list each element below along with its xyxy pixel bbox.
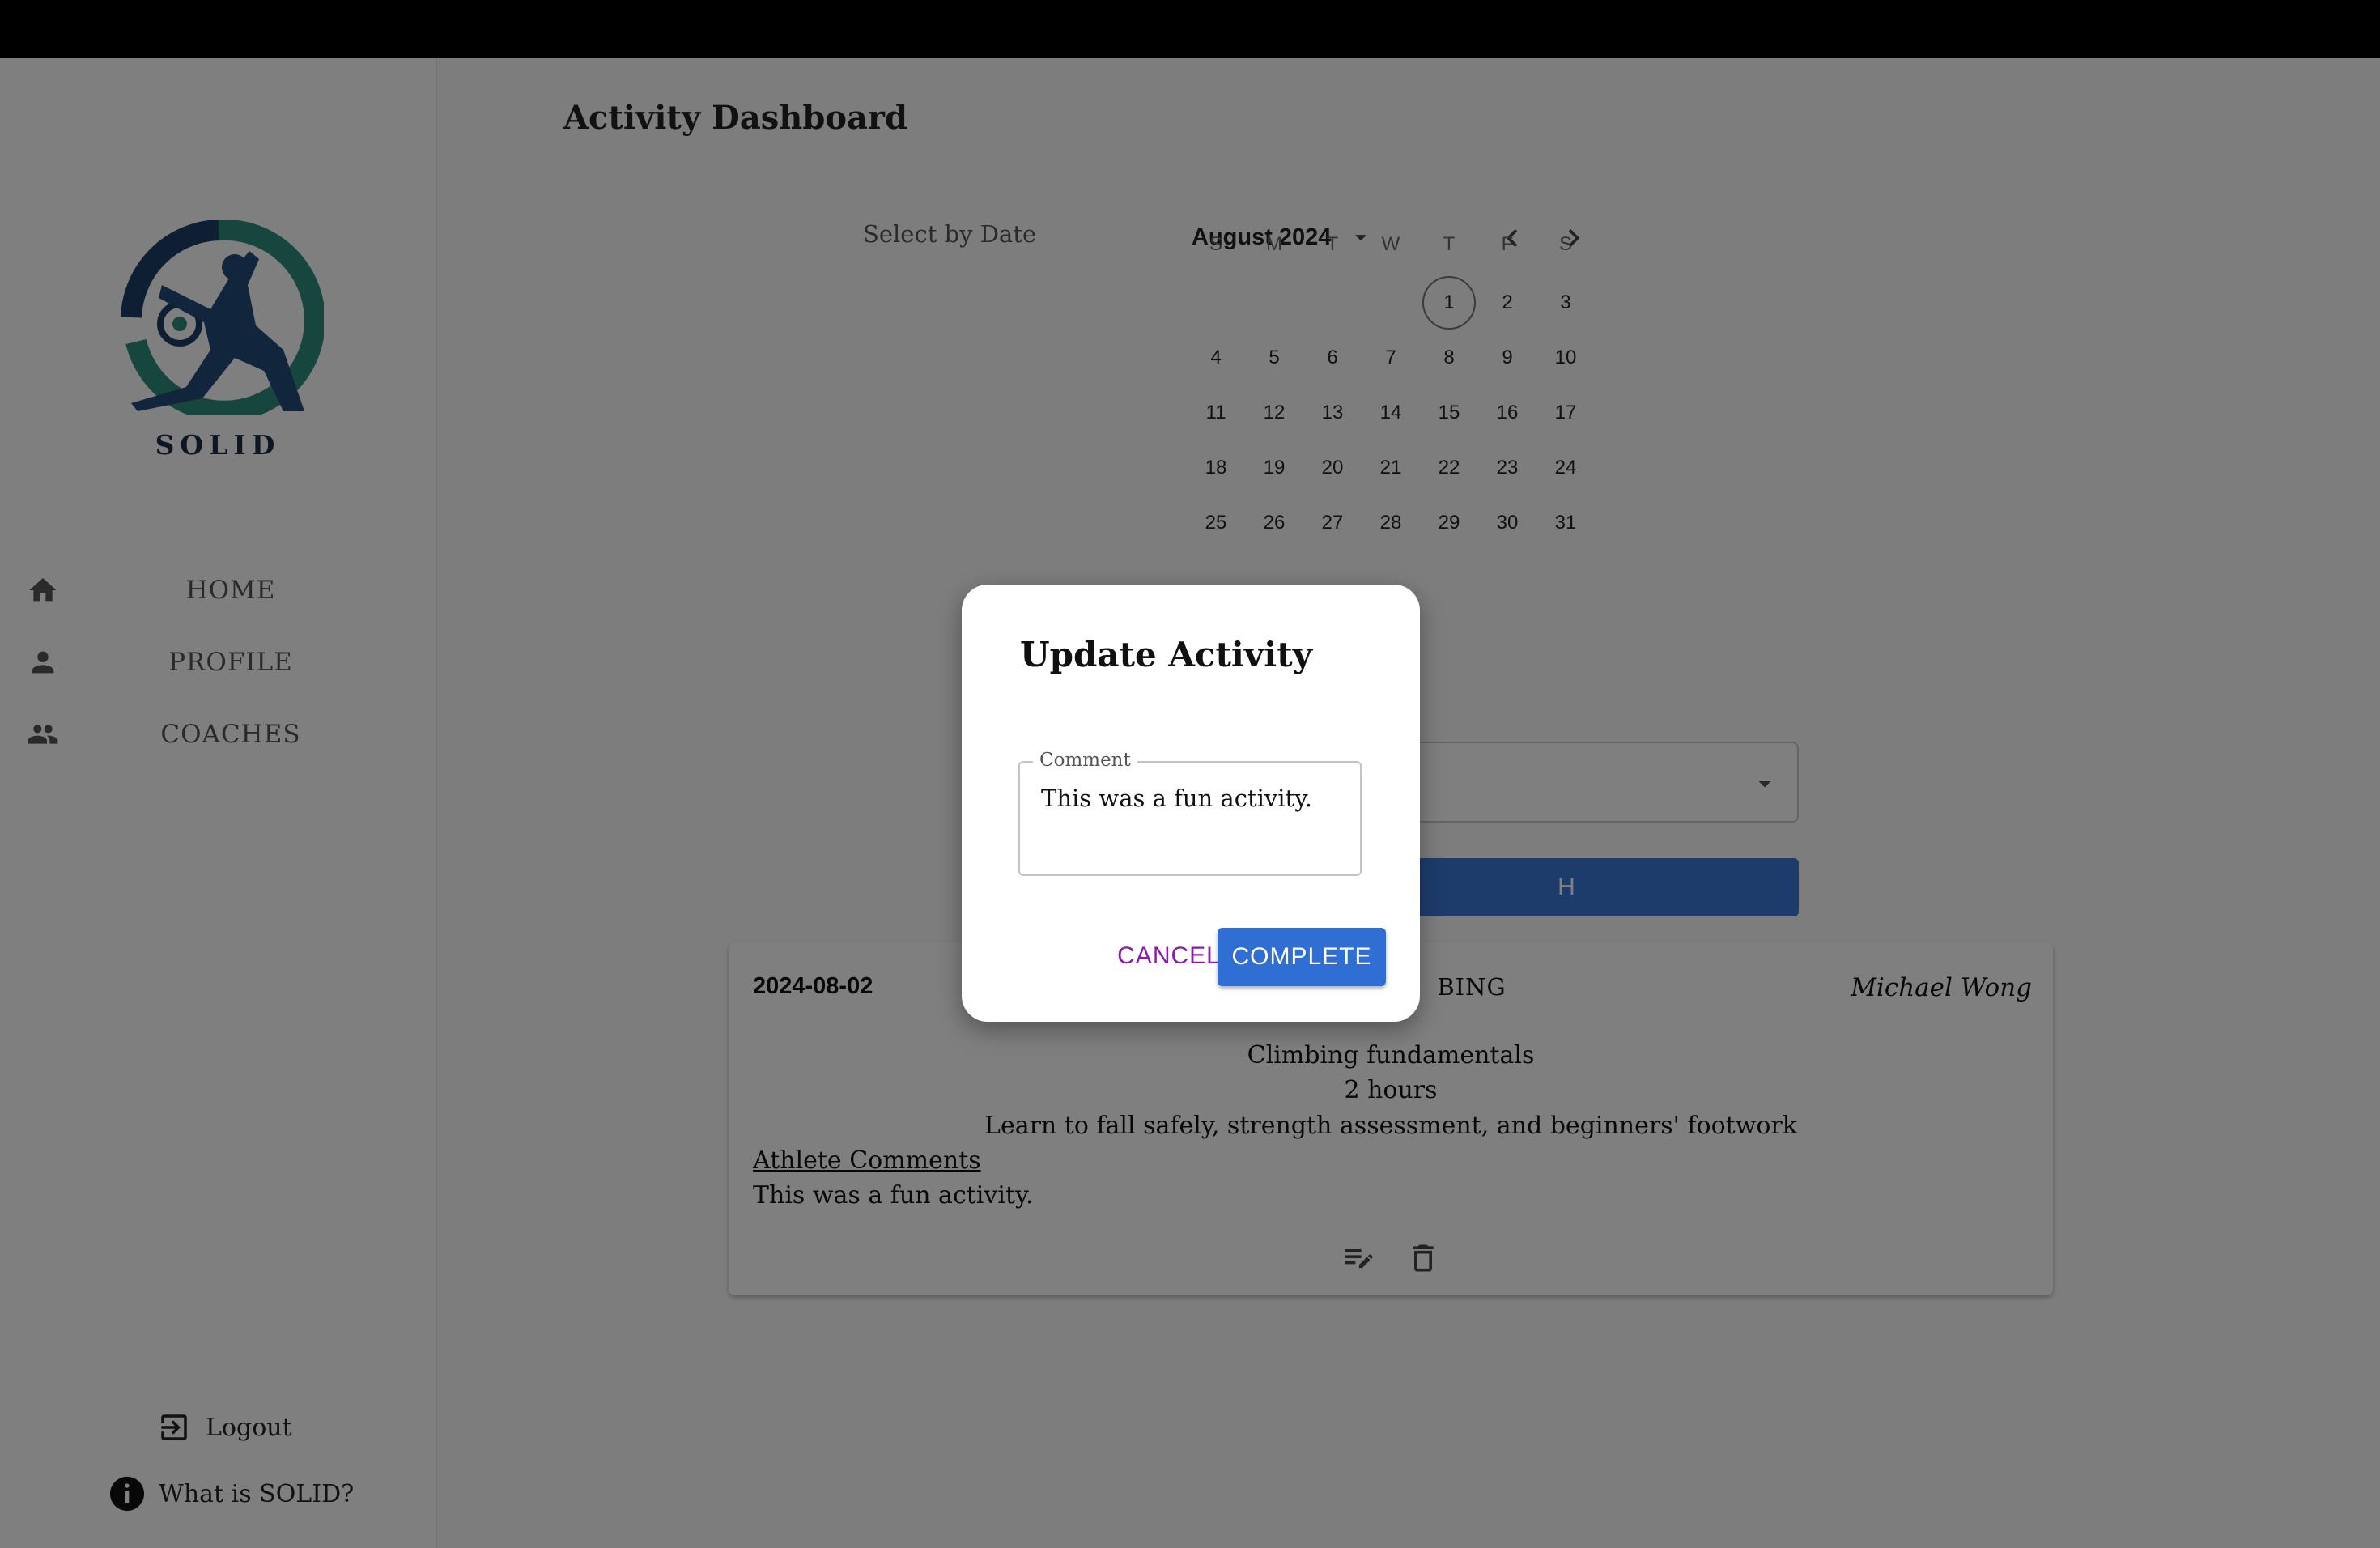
comment-field-label: Comment: [1033, 750, 1137, 771]
complete-button[interactable]: COMPLETE: [1218, 928, 1386, 986]
comment-input[interactable]: [1039, 784, 1342, 813]
update-activity-dialog: Update Activity Comment CANCEL COMPLETE: [962, 585, 1420, 1022]
comment-field: Comment: [1018, 750, 1362, 876]
dialog-title: Update Activity: [1020, 635, 1312, 674]
